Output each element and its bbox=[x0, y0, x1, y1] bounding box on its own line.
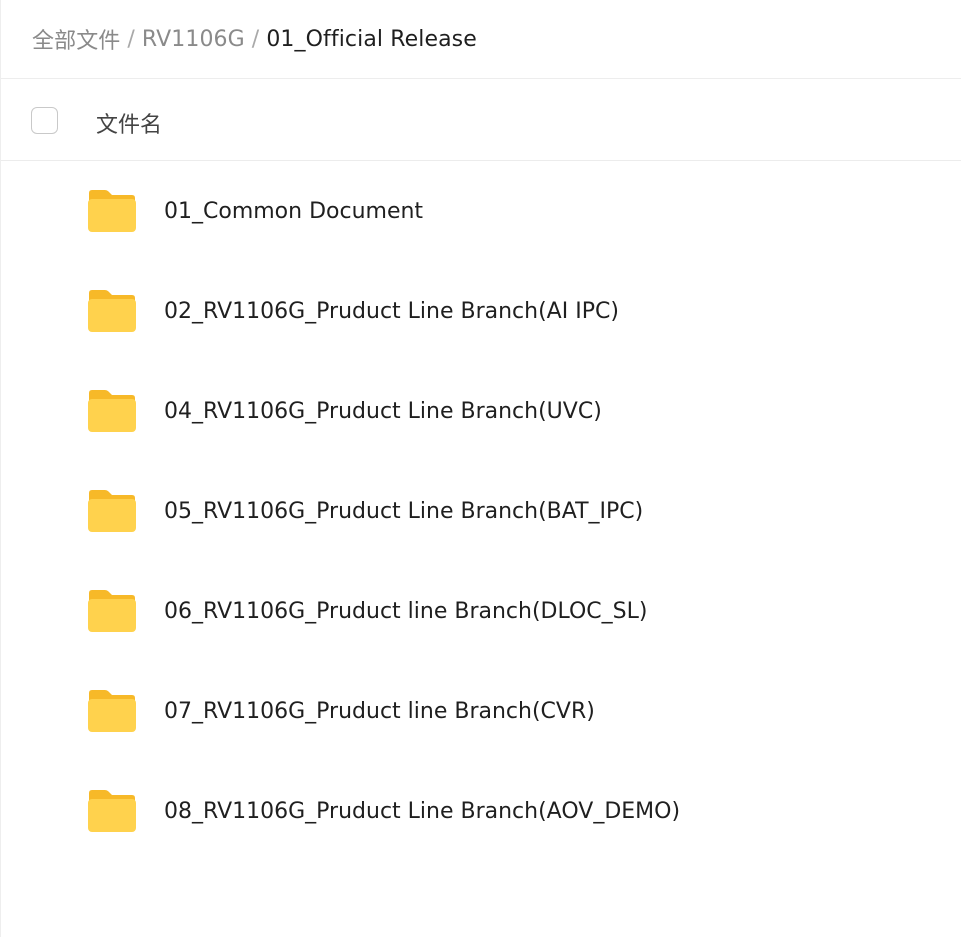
folder-icon bbox=[86, 489, 138, 533]
file-name[interactable]: 07_RV1106G_Pruduct line Branch(CVR) bbox=[164, 699, 595, 724]
file-name[interactable]: 01_Common Document bbox=[164, 199, 423, 224]
breadcrumb: 全部文件 / RV1106G / 01_Official Release bbox=[1, 0, 961, 79]
list-item[interactable]: 06_RV1106G_Pruduct line Branch(DLOC_SL) bbox=[1, 562, 961, 662]
file-name[interactable]: 06_RV1106G_Pruduct line Branch(DLOC_SL) bbox=[164, 599, 647, 624]
file-list: 01_Common Document 02_RV1106G_Pruduct Li… bbox=[1, 162, 961, 862]
file-name[interactable]: 05_RV1106G_Pruduct Line Branch(BAT_IPC) bbox=[164, 499, 643, 524]
folder-icon bbox=[86, 789, 138, 833]
file-browser: 全部文件 / RV1106G / 01_Official Release 文件名… bbox=[0, 0, 961, 937]
breadcrumb-separator: / bbox=[251, 26, 260, 52]
list-item[interactable]: 02_RV1106G_Pruduct Line Branch(AI IPC) bbox=[1, 262, 961, 362]
list-item[interactable]: 07_RV1106G_Pruduct line Branch(CVR) bbox=[1, 662, 961, 762]
breadcrumb-separator: / bbox=[127, 26, 135, 52]
list-item[interactable]: 04_RV1106G_Pruduct Line Branch(UVC) bbox=[1, 362, 961, 462]
select-all-checkbox[interactable] bbox=[31, 107, 58, 134]
list-item[interactable]: 01_Common Document bbox=[1, 162, 961, 262]
column-header-filename[interactable]: 文件名 bbox=[96, 107, 162, 139]
folder-icon bbox=[86, 389, 138, 433]
folder-icon bbox=[86, 289, 138, 333]
file-name[interactable]: 04_RV1106G_Pruduct Line Branch(UVC) bbox=[164, 399, 602, 424]
table-header: 文件名 bbox=[1, 80, 961, 161]
folder-icon bbox=[86, 689, 138, 733]
file-name[interactable]: 02_RV1106G_Pruduct Line Branch(AI IPC) bbox=[164, 299, 619, 324]
folder-icon bbox=[86, 189, 138, 233]
folder-icon bbox=[86, 589, 138, 633]
breadcrumb-item-current: 01_Official Release bbox=[266, 26, 477, 52]
breadcrumb-item-all-files[interactable]: 全部文件 bbox=[32, 23, 120, 55]
file-name[interactable]: 08_RV1106G_Pruduct Line Branch(AOV_DEMO) bbox=[164, 799, 680, 824]
list-item[interactable]: 05_RV1106G_Pruduct Line Branch(BAT_IPC) bbox=[1, 462, 961, 562]
list-item[interactable]: 08_RV1106G_Pruduct Line Branch(AOV_DEMO) bbox=[1, 762, 961, 862]
breadcrumb-item-rv1106g[interactable]: RV1106G bbox=[142, 27, 245, 52]
